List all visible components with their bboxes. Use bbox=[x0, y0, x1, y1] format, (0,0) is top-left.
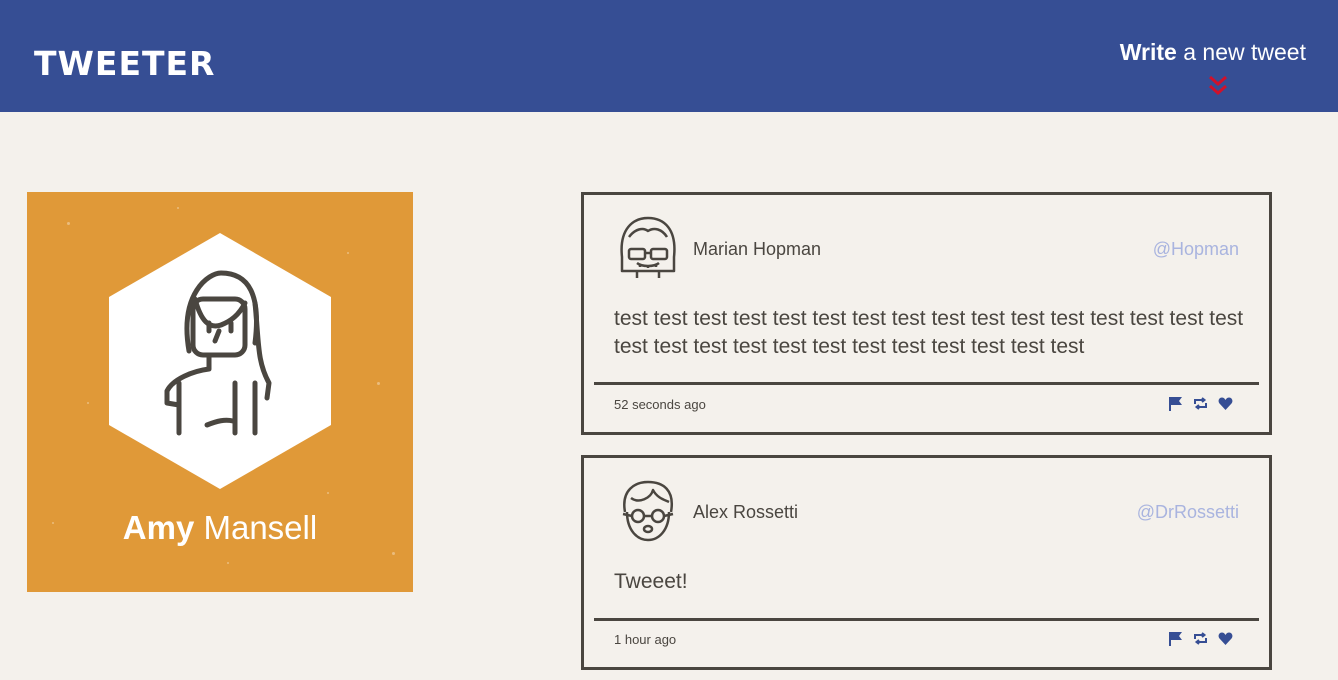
tweet-actions bbox=[1168, 396, 1233, 411]
tweet-divider bbox=[594, 382, 1259, 385]
double-chevron-down-icon[interactable] bbox=[1206, 75, 1230, 97]
flag-icon[interactable] bbox=[1168, 396, 1183, 411]
tweet-avatar[interactable] bbox=[617, 478, 679, 544]
profile-last-name: Mansell bbox=[194, 509, 318, 546]
tweet-card: Marian Hopman @Hopman test test test tes… bbox=[581, 192, 1272, 435]
tweet-author-handle[interactable]: @DrRossetti bbox=[1137, 500, 1239, 524]
profile-first-name: Amy bbox=[122, 509, 195, 546]
flag-icon[interactable] bbox=[1168, 631, 1183, 646]
profile-avatar bbox=[109, 233, 331, 489]
tweet-card: Alex Rossetti @DrRossetti Tweeet! 1 hour… bbox=[581, 455, 1272, 670]
tweet-author-name: Alex Rossetti bbox=[693, 502, 799, 522]
tweet-author-handle[interactable]: @Hopman bbox=[1153, 237, 1239, 261]
write-tweet-button[interactable]: Write a new tweet bbox=[1120, 38, 1306, 66]
heart-icon[interactable] bbox=[1218, 396, 1233, 411]
tweet-timestamp: 52 seconds ago bbox=[614, 397, 706, 412]
tweet-author-name: Marian Hopman bbox=[693, 239, 822, 259]
write-tweet-rest: a new tweet bbox=[1176, 39, 1306, 65]
tweet-text: Tweeet! bbox=[614, 570, 688, 593]
retweet-icon[interactable] bbox=[1193, 631, 1208, 646]
tweet-avatar[interactable] bbox=[617, 215, 679, 281]
write-tweet-label[interactable]: Write a new tweet bbox=[1120, 38, 1306, 66]
tweet-timestamp: 1 hour ago bbox=[614, 632, 677, 647]
brand-logo[interactable]: TWEETER bbox=[34, 44, 215, 84]
profile-card: Amy Mansell bbox=[27, 192, 413, 592]
heart-icon[interactable] bbox=[1218, 631, 1233, 646]
tweet-actions bbox=[1168, 631, 1233, 646]
top-nav: TWEETER Write a new tweet bbox=[0, 0, 1338, 112]
retweet-icon[interactable] bbox=[1193, 396, 1208, 411]
tweet-divider bbox=[594, 618, 1259, 621]
tweet-text: test test test test test test test test … bbox=[614, 307, 1244, 358]
write-tweet-bold: Write bbox=[1119, 39, 1177, 65]
profile-name: Amy Mansell bbox=[27, 508, 413, 548]
